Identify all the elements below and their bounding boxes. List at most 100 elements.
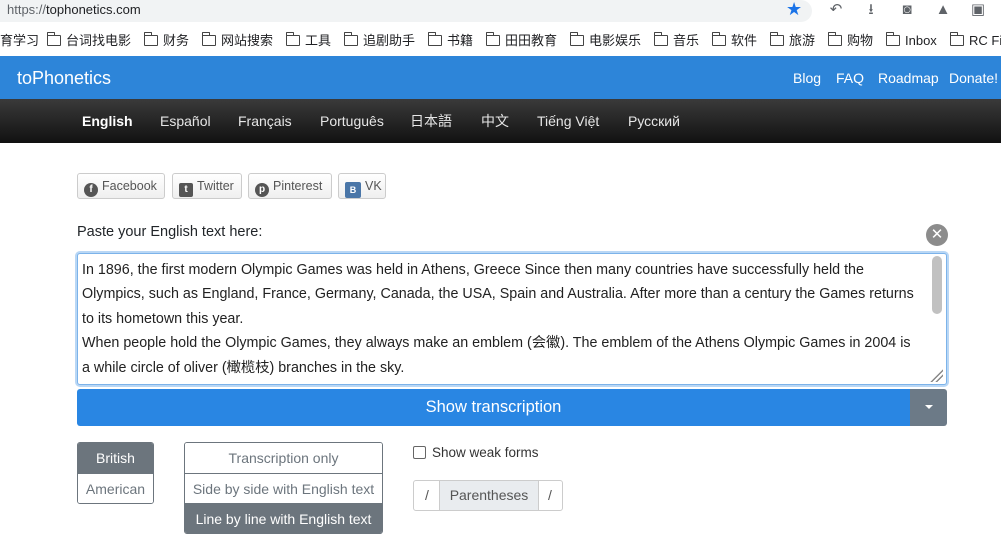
bookmark-label: 工具: [305, 33, 332, 48]
bookmark-item[interactable]: 旅游: [769, 32, 816, 50]
bookmark-item[interactable]: 财务: [143, 32, 189, 50]
bookmark-label: Inbox: [905, 33, 937, 48]
show-transcription-dropdown[interactable]: [910, 389, 947, 426]
bookmarks-bar: 育学习 台词找电影 财务 网站搜索 工具 追剧助手 书籍 田田教育 电影娱乐 音…: [0, 28, 1001, 54]
folder-icon: [769, 32, 784, 46]
bookmark-item[interactable]: 音乐: [653, 32, 699, 50]
rocket-icon[interactable]: ▲: [934, 1, 952, 19]
download-icon[interactable]: ⭳: [862, 1, 880, 19]
bookmark-item[interactable]: 网站搜索: [201, 32, 274, 50]
share-facebook-button[interactable]: f Facebook: [77, 173, 165, 199]
language-bar: English Español Français Português 日本語 中…: [0, 99, 1001, 143]
lang-japanese[interactable]: 日本語: [410, 112, 452, 130]
weak-forms-checkbox[interactable]: [413, 446, 426, 459]
share-facebook-label: Facebook: [102, 179, 157, 193]
weak-forms-label: Show weak forms: [432, 445, 539, 460]
bracket-open: /: [425, 487, 429, 503]
share-twitter-button[interactable]: t Twitter: [172, 173, 242, 199]
share-vk-label: VK: [365, 179, 382, 193]
bookmark-item[interactable]: 书籍: [427, 32, 474, 50]
nav-link-roadmap[interactable]: Roadmap: [878, 69, 939, 87]
camera-icon[interactable]: ◙: [898, 1, 916, 19]
browser-toolbar: https://tophonetics.com ★ ↶ ⭳ ◙ ▲ ▣: [0, 0, 1001, 22]
bookmark-item[interactable]: 追剧助手: [343, 32, 416, 50]
display-mode-selector: Transcription only Side by side with Eng…: [184, 442, 383, 534]
bookmark-item[interactable]: 台词找电影: [46, 32, 132, 50]
bookmark-label: RC Fir: [969, 33, 1001, 48]
resize-grip-icon[interactable]: [929, 368, 943, 382]
bookmark-item[interactable]: 软件: [711, 32, 758, 50]
lang-spanish[interactable]: Español: [160, 112, 211, 130]
bookmark-label: 追剧助手: [363, 33, 416, 48]
lang-portuguese[interactable]: Português: [320, 112, 384, 130]
folder-icon: [949, 32, 964, 46]
bookmark-label: 网站搜索: [221, 33, 274, 48]
nav-link-blog[interactable]: Blog: [793, 69, 821, 87]
show-transcription-button[interactable]: Show transcription: [77, 389, 910, 426]
facebook-icon: f: [84, 183, 98, 197]
lang-russian[interactable]: Русский: [628, 112, 680, 130]
text-line: Olympics, such as England, France, Germa…: [82, 286, 914, 303]
folder-icon: [711, 32, 726, 46]
site-header: toPhonetics Blog FAQ Roadmap Donate!: [0, 56, 1001, 99]
bookmark-label: 购物: [847, 33, 874, 48]
lang-english[interactable]: English: [82, 112, 133, 130]
folder-icon: [201, 32, 216, 46]
folder-icon: [46, 32, 61, 46]
bookmark-item[interactable]: RC Fir: [949, 32, 1001, 50]
folder-icon: [885, 32, 900, 46]
bracket-close: /: [548, 487, 552, 503]
text-input-label: Paste your English text here:: [77, 224, 263, 240]
bookmark-item[interactable]: 电影娱乐: [569, 32, 641, 50]
pinterest-icon: p: [255, 183, 269, 197]
address-bar[interactable]: https://tophonetics.com: [0, 0, 812, 22]
nav-link-faq[interactable]: FAQ: [836, 69, 864, 87]
textarea-scrollbar[interactable]: [932, 256, 942, 314]
bookmark-item[interactable]: 工具: [285, 32, 332, 50]
share-vk-button[interactable]: B VK: [338, 173, 386, 199]
lang-chinese[interactable]: 中文: [481, 112, 509, 130]
bookmark-label: 田田教育: [505, 33, 558, 48]
english-text-input[interactable]: In 1896, the first modern Olympic Games …: [77, 253, 947, 385]
bookmark-label: 台词找电影: [66, 33, 132, 48]
folder-icon: [143, 32, 158, 46]
text-line: When people hold the Olympic Games, they…: [82, 335, 911, 352]
folder-icon: [569, 32, 584, 46]
nav-link-donate[interactable]: Donate!: [949, 69, 998, 87]
caret-down-icon: [925, 405, 933, 409]
url-protocol: https://: [7, 2, 47, 17]
folder-icon: [285, 32, 300, 46]
folder-icon: [343, 32, 358, 46]
clear-text-button[interactable]: ✕: [926, 224, 948, 246]
bookmark-label: 旅游: [789, 33, 816, 48]
mode-transcription-only[interactable]: Transcription only: [185, 443, 382, 473]
folder-icon: [827, 32, 842, 46]
folder-icon: [427, 32, 442, 46]
bookmark-item[interactable]: Inbox: [885, 32, 937, 50]
folder-icon: [653, 32, 668, 46]
bookmark-item[interactable]: 田田教育: [485, 32, 558, 50]
accent-british[interactable]: British: [78, 443, 153, 473]
bookmark-label: 软件: [731, 33, 758, 48]
history-icon[interactable]: ↶: [827, 1, 845, 19]
bookmark-label: 书籍: [447, 33, 474, 48]
mode-side-by-side[interactable]: Side by side with English text: [185, 473, 382, 503]
accent-selector: British American: [77, 442, 154, 504]
lang-french[interactable]: Français: [238, 112, 292, 130]
folder-icon: [485, 32, 500, 46]
extension-icon[interactable]: ▣: [969, 1, 987, 19]
vk-icon: B: [345, 182, 361, 198]
text-line: to its hometown this year.: [82, 310, 244, 327]
bookmark-item[interactable]: 购物: [827, 32, 874, 50]
weak-forms-toggle[interactable]: Show weak forms: [413, 445, 539, 461]
site-brand[interactable]: toPhonetics: [17, 67, 111, 89]
url-host: tophonetics.com: [46, 2, 141, 17]
bracket-style-selector[interactable]: / Parentheses /: [413, 480, 563, 511]
bookmark-star-icon[interactable]: ★: [786, 0, 804, 20]
bracket-style-label: Parentheses: [439, 481, 539, 510]
bookmark-item[interactable]: 育学习: [0, 32, 39, 50]
share-pinterest-button[interactable]: p Pinterest: [248, 173, 332, 199]
lang-vietnamese[interactable]: Tiếng Việt: [537, 112, 599, 130]
accent-american[interactable]: American: [78, 473, 153, 503]
mode-line-by-line[interactable]: Line by line with English text: [185, 503, 382, 533]
